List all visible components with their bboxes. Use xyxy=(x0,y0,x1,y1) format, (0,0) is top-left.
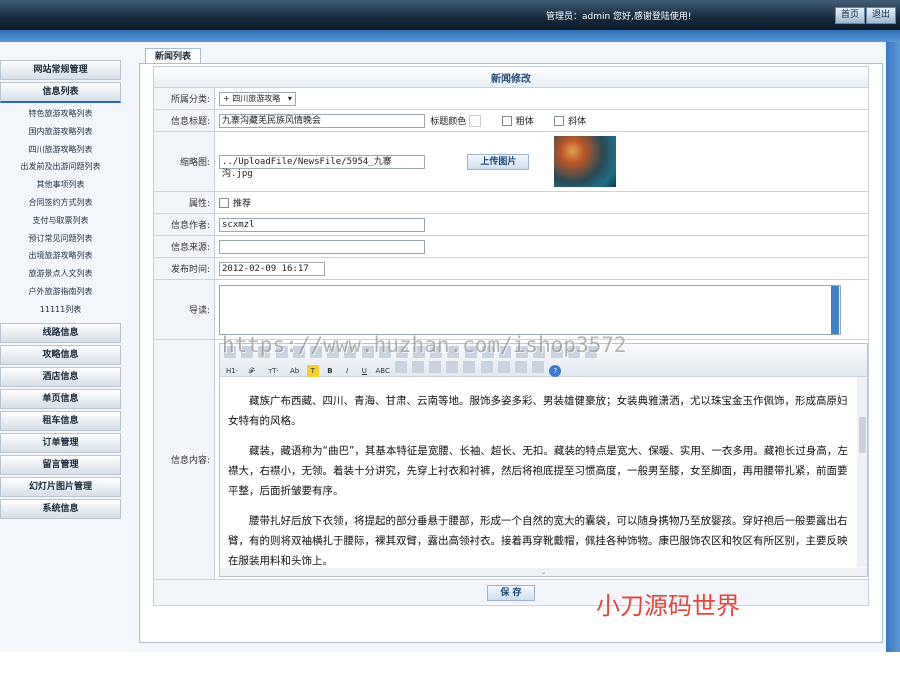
content-paragraph-2: 藏装，藏语称为“曲巴”，其基本特征是宽腰、长袖、超长、无扣。藏装的特点是宽大、保… xyxy=(228,444,848,497)
table-icon[interactable] xyxy=(463,360,476,373)
bold-checkbox[interactable] xyxy=(501,115,512,126)
menu-routes[interactable]: 线路信息 xyxy=(0,322,121,343)
menu-system[interactable]: 系统信息 xyxy=(0,498,121,519)
remove-format-icon[interactable] xyxy=(394,360,407,373)
source-label: 信息来源: xyxy=(153,235,215,258)
thumb-label: 缩略图: xyxy=(153,131,215,192)
subitem-domestic-guides[interactable]: 国内旅游攻略列表 xyxy=(0,123,121,141)
italic-label: 斜体 xyxy=(568,116,587,127)
title-input[interactable]: 九寨沟藏羌民族风情晚会 xyxy=(219,113,425,128)
subitem-other-matters[interactable]: 其他事项列表 xyxy=(0,176,121,194)
text-color-button[interactable]: Ab xyxy=(288,365,302,377)
font-size-dropdown[interactable]: тT· xyxy=(264,365,282,377)
brand-watermark: 小刀源码世界 xyxy=(596,592,740,620)
menu-messages[interactable]: 留言管理 xyxy=(0,454,121,475)
italic-button[interactable]: I xyxy=(341,365,353,377)
link-icon[interactable] xyxy=(515,360,527,373)
content-paragraph-3: 腰带扎好后放下衣领，将提起的部分垂悬于腰部，形成一个自然的宽大的囊袋，可以随身携… xyxy=(228,514,848,567)
editor-scrollbar[interactable] xyxy=(857,376,867,567)
subitem-contract-methods[interactable]: 合同签约方式列表 xyxy=(0,194,121,212)
media-icon[interactable] xyxy=(446,360,459,373)
menu-site-settings[interactable]: 网站常规管理 xyxy=(0,60,121,80)
sidebar: 网站常规管理 信息列表 特色旅游攻略列表 国内旅游攻略列表 四川旅游攻略列表 出… xyxy=(0,60,121,521)
author-label: 信息作者: xyxy=(153,213,215,236)
category-label: 所属分类: xyxy=(153,87,215,110)
category-value: + 四川旅游攻略 xyxy=(223,93,281,103)
menu-slideshow[interactable]: 幻灯片图片管理 xyxy=(0,476,121,497)
subitem-outdoor-guides[interactable]: 户外旅游指南列表 xyxy=(0,283,121,301)
form-caption: 新闻修改 xyxy=(153,66,869,88)
menu-car-rental[interactable]: 租车信息 xyxy=(0,410,121,431)
rich-text-editor[interactable]: H1· 𝓕· тT· Ab T B I U ABC ? 藏族广布西藏、四川、青海… xyxy=(219,342,868,577)
chevron-down-icon: ▾ xyxy=(282,93,292,103)
font-family-dropdown[interactable]: 𝓕· xyxy=(245,365,259,377)
welcome-text: 管理员：admin 您好,感谢登陆使用! xyxy=(546,12,692,22)
subitem-sichuan-guides[interactable]: 四川旅游攻略列表 xyxy=(0,141,121,159)
page-bottom xyxy=(0,652,900,691)
resize-handle-icon[interactable]: ⌄ xyxy=(220,567,867,576)
subitem-11111[interactable]: 11111列表 xyxy=(0,301,121,319)
menu-guides[interactable]: 攻略信息 xyxy=(0,344,121,365)
subitem-pretrip-questions[interactable]: 出发前及出游问题列表 xyxy=(0,158,121,176)
flash-icon[interactable] xyxy=(429,360,442,373)
editor-content[interactable]: 藏族广布西藏、四川、青海、甘肃、云南等地。服饰多姿多彩、男装雄健豪放；女装典雅潇… xyxy=(220,377,874,567)
thumbnail-image xyxy=(553,136,616,187)
recommend-label: 推荐 xyxy=(233,199,252,209)
strikethrough-button[interactable]: ABC xyxy=(376,365,390,377)
subitem-scenic-culture[interactable]: 旅游景点人文列表 xyxy=(0,265,121,283)
subitem-payment-tickets[interactable]: 支付与取票列表 xyxy=(0,212,121,230)
title-label: 信息标题: xyxy=(153,109,215,132)
logout-button[interactable]: 退出 xyxy=(866,7,897,24)
unlink-icon[interactable] xyxy=(532,360,545,373)
underline-button[interactable]: U xyxy=(358,365,370,377)
date-input[interactable]: 2012-02-09 16:17 xyxy=(219,261,325,276)
header-strip xyxy=(0,30,900,42)
menu-info-list[interactable]: 信息列表 xyxy=(0,82,121,103)
author-input[interactable]: scxmzl xyxy=(219,217,425,232)
subitem-booking-faq[interactable]: 预订常见问题列表 xyxy=(0,230,121,248)
right-frame-bar xyxy=(886,42,900,652)
intro-textarea[interactable] xyxy=(219,284,841,335)
thumb-path-input[interactable]: ../UploadFile/NewsFile/5954_九寨沟.jpg xyxy=(219,154,425,179)
title-color-picker[interactable] xyxy=(469,114,482,127)
subitem-featured-guides[interactable]: 特色旅游攻略列表 xyxy=(0,105,121,123)
menu-hotels[interactable]: 酒店信息 xyxy=(0,366,121,387)
image-icon[interactable] xyxy=(411,360,424,373)
heading-dropdown[interactable]: H1· xyxy=(224,365,240,377)
subitem-outbound-guides[interactable]: 出境旅游攻略列表 xyxy=(0,247,121,265)
attr-label: 属性: xyxy=(153,191,215,214)
emoticon-icon[interactable] xyxy=(497,360,510,373)
source-input[interactable] xyxy=(219,239,425,254)
date-label: 发布时间: xyxy=(153,257,215,280)
italic-checkbox[interactable] xyxy=(554,115,565,126)
bold-label: 粗体 xyxy=(515,116,534,127)
toolbar-row-2: H1· 𝓕· тT· Ab T B I U ABC ? xyxy=(224,360,563,377)
content-paragraph-1: 藏族广布西藏、四川、青海、甘肃、云南等地。服饰多姿多彩、男装雄健豪放；女装典雅潇… xyxy=(228,394,848,427)
top-header: 管理员：admin 您好,感谢登陆使用! 首页 退出 xyxy=(0,0,900,30)
highlight-icon[interactable]: T xyxy=(306,364,319,377)
title-color-label: 标题颜色 xyxy=(430,116,467,127)
menu-single-pages[interactable]: 单页信息 xyxy=(0,388,121,409)
menu-orders[interactable]: 订单管理 xyxy=(0,432,121,453)
upload-image-button[interactable]: 上传图片 xyxy=(467,153,530,170)
save-button[interactable]: 保 存 xyxy=(487,584,535,601)
home-button[interactable]: 首页 xyxy=(835,7,866,24)
info-submenu: 特色旅游攻略列表 国内旅游攻略列表 四川旅游攻略列表 出发前及出游问题列表 其他… xyxy=(0,105,121,319)
recommend-checkbox[interactable] xyxy=(219,198,229,208)
intro-scroll-thumb[interactable] xyxy=(831,285,839,334)
category-select[interactable]: + 四川旅游攻略 ▾ xyxy=(219,91,296,106)
content-label: 信息内容: xyxy=(153,339,215,580)
bold-button[interactable]: B xyxy=(324,365,336,377)
editor-scroll-thumb[interactable] xyxy=(859,416,866,453)
hr-icon[interactable] xyxy=(480,360,493,373)
url-watermark: https://www.huzhan.com/ishop3572 xyxy=(222,333,627,357)
intro-label: 导读: xyxy=(153,279,215,340)
help-icon[interactable]: ? xyxy=(549,364,562,377)
